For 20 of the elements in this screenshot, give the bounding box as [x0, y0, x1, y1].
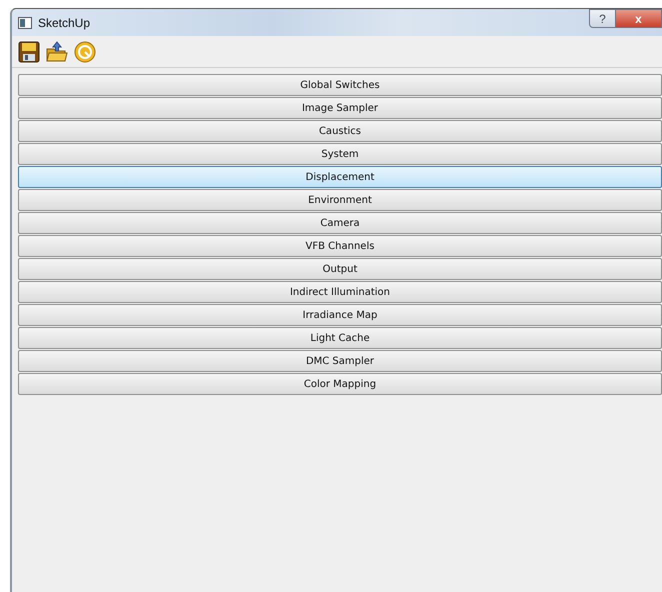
- close-button[interactable]: x: [616, 9, 662, 28]
- folder-icon[interactable]: [46, 41, 68, 63]
- section-header[interactable]: Caustics: [18, 120, 662, 142]
- section-header[interactable]: Global Switches: [18, 74, 662, 96]
- section-header[interactable]: Irradiance Map: [18, 304, 662, 326]
- app-icon: [18, 16, 32, 28]
- section-header[interactable]: System: [18, 143, 662, 165]
- section-header[interactable]: Displacement: [18, 166, 662, 188]
- section-header[interactable]: VFB Channels: [18, 235, 662, 257]
- section-header[interactable]: Image Sampler: [18, 97, 662, 119]
- section-header[interactable]: Light Cache: [18, 327, 662, 349]
- section-header[interactable]: Color Mapping: [18, 373, 662, 395]
- section-header[interactable]: Camera: [18, 212, 662, 234]
- window-title: SketchUp: [38, 16, 90, 30]
- section-header[interactable]: Indirect Illumination: [18, 281, 662, 303]
- save-icon[interactable]: [18, 41, 40, 63]
- help-button[interactable]: ?: [589, 9, 616, 28]
- section-header[interactable]: Environment: [18, 189, 662, 211]
- section-header[interactable]: DMC Sampler: [18, 350, 662, 372]
- section-header[interactable]: Output: [18, 258, 662, 280]
